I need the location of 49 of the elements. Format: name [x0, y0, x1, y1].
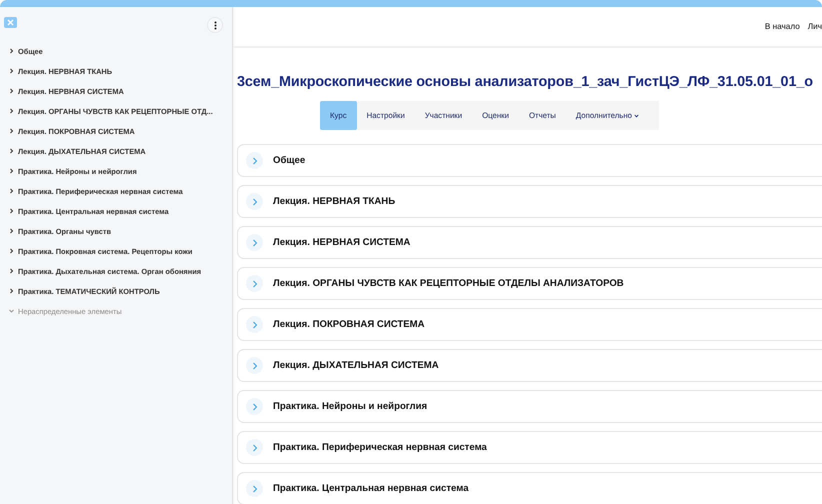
- chevron-icon: [252, 238, 258, 246]
- chevron-icon: [9, 248, 14, 254]
- section-title[interactable]: Лекция. ДЫХАТЕЛЬНАЯ СИСТЕМА: [273, 360, 439, 371]
- chevron-icon: [9, 288, 14, 294]
- expand-button[interactable]: [246, 480, 263, 497]
- section-title[interactable]: Лекция. ОРГАНЫ ЧУВСТВ КАК РЕЦЕПТОРНЫЕ ОТДЕЛЫ АНАЛИЗАТОРОВ: [273, 278, 624, 289]
- expand-button[interactable]: [246, 439, 263, 456]
- more-options-button[interactable]: [207, 17, 223, 33]
- chevron-icon: [252, 198, 258, 206]
- chevron-icon: [252, 444, 258, 452]
- chevron-icon: [9, 48, 14, 54]
- chevron-icon: [9, 268, 14, 274]
- close-icon: [7, 18, 14, 26]
- chevron-icon: [8, 308, 14, 314]
- nav-link[interactable]: Лич: [808, 22, 822, 31]
- close-button[interactable]: [4, 16, 17, 28]
- expand-button[interactable]: [246, 316, 263, 333]
- expand-button[interactable]: [246, 193, 263, 210]
- chevron-icon: [252, 320, 258, 328]
- nav-link[interactable]: В начало: [764, 22, 800, 31]
- chevron-icon: [9, 208, 14, 214]
- chevron-icon: [9, 128, 14, 134]
- chevron-icon: [9, 168, 14, 174]
- expand-button[interactable]: [246, 152, 263, 169]
- section-title[interactable]: Общее: [273, 155, 306, 166]
- expand-button[interactable]: [246, 275, 263, 292]
- chevron-icon: [252, 156, 258, 164]
- chevron-icon: [252, 402, 258, 410]
- expand-button[interactable]: [246, 357, 263, 374]
- chevron-icon: [9, 228, 14, 234]
- section-title[interactable]: Лекция. ПОКРОВНАЯ СИСТЕМА: [273, 319, 425, 330]
- section-title[interactable]: Лекция. НЕРВНАЯ СИСТЕМА: [273, 237, 410, 248]
- kebab-icon: [214, 20, 216, 30]
- section-title[interactable]: Практика. Центральная нервная система: [273, 483, 469, 494]
- expand-button[interactable]: [246, 234, 263, 251]
- section-title[interactable]: Практика. Периферическая нервная система: [273, 442, 487, 453]
- caret-icon: [634, 114, 640, 118]
- course-title: 3сем_Микроскопические основы анализаторов_1_зач_ГистЦЭ_ЛФ_31.05.01_01_о: [237, 73, 814, 92]
- chevron-icon: [9, 188, 14, 194]
- chevron-icon: [9, 88, 14, 94]
- chevron-icon: [9, 108, 14, 114]
- section-title[interactable]: Практика. Нейроны и нейроглия: [273, 401, 428, 412]
- chevron-icon: [252, 280, 258, 288]
- section-title[interactable]: Лекция. НЕРВНАЯ ТКАНЬ: [273, 196, 396, 207]
- chevron-icon: [252, 484, 258, 492]
- chevron-icon: [9, 68, 14, 74]
- chevron-icon: [252, 362, 258, 370]
- expand-button[interactable]: [246, 398, 263, 415]
- chevron-icon: [9, 148, 14, 154]
